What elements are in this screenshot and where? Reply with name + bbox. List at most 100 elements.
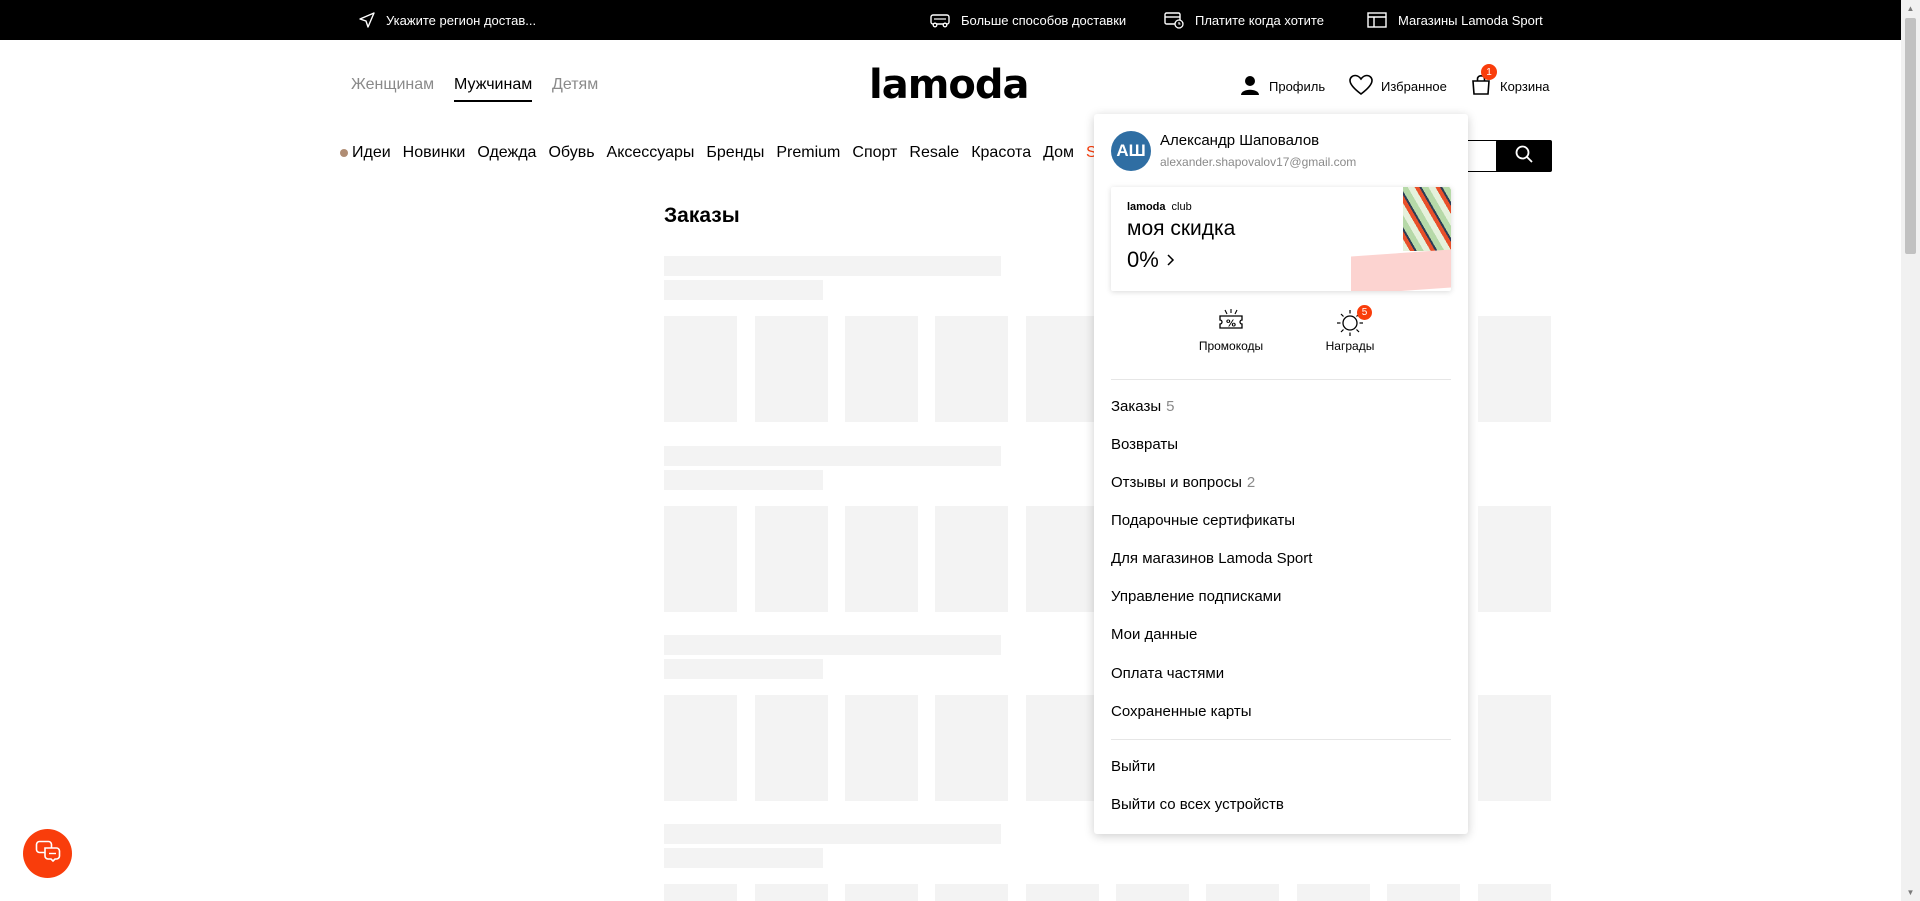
category-shoes[interactable]: Обувь bbox=[548, 144, 594, 162]
stores-link[interactable]: Магазины Lamoda Sport bbox=[1366, 0, 1543, 40]
profile-dropdown: АШ Александр Шаповалов alexander.shapova… bbox=[1094, 114, 1468, 834]
rewards-label: Награды bbox=[1325, 339, 1375, 353]
truck-icon bbox=[929, 11, 951, 29]
card-clock-icon bbox=[1163, 11, 1185, 29]
skeleton-item bbox=[1297, 884, 1370, 901]
menu-my-data[interactable]: Мои данные bbox=[1111, 626, 1197, 643]
menu-returns-label: Возвраты bbox=[1111, 436, 1179, 453]
skeleton-item bbox=[845, 695, 918, 801]
skeleton-item bbox=[664, 695, 737, 801]
tab-women[interactable]: Женщинам bbox=[351, 76, 434, 102]
club-discount-card[interactable]: lamoda club моя скидка 0% bbox=[1111, 187, 1451, 291]
category-premium[interactable]: Premium bbox=[776, 144, 840, 162]
menu-returns[interactable]: Возвраты bbox=[1111, 436, 1178, 453]
skeleton-line bbox=[664, 256, 1001, 276]
store-icon bbox=[1366, 11, 1388, 29]
chat-bubbles-icon bbox=[35, 840, 61, 867]
menu-subscriptions[interactable]: Управление подписками bbox=[1111, 588, 1281, 605]
percent-ticket-icon: % bbox=[1186, 305, 1276, 339]
skeleton-item bbox=[845, 506, 918, 612]
menu-orders[interactable]: Заказы 5 bbox=[1111, 398, 1174, 415]
chevron-right-icon bbox=[1165, 247, 1175, 272]
menu-saved-cards[interactable]: Сохраненные карты bbox=[1111, 703, 1252, 720]
category-home[interactable]: Дом bbox=[1043, 144, 1074, 162]
skeleton-item bbox=[1116, 884, 1189, 901]
skeleton-item bbox=[755, 695, 828, 801]
tab-kids[interactable]: Детям bbox=[552, 76, 598, 102]
skeleton-item bbox=[935, 884, 1008, 901]
club-pink-shape bbox=[1351, 249, 1451, 291]
category-brands[interactable]: Бренды bbox=[706, 144, 764, 162]
skeleton-item bbox=[845, 316, 918, 422]
lamoda-logo[interactable]: lamoda bbox=[869, 62, 1029, 108]
ideas-dot-icon bbox=[340, 149, 348, 157]
category-clothing[interactable]: Одежда bbox=[477, 144, 536, 162]
region-label: Укажите регион достав... bbox=[386, 12, 537, 28]
menu-gift-cards[interactable]: Подарочные сертификаты bbox=[1111, 512, 1295, 529]
club-suffix: club bbox=[1171, 201, 1192, 213]
promocodes-button[interactable]: % Промокоды bbox=[1186, 305, 1276, 353]
category-nav: Идеи Новинки Одежда Обувь Аксессуары Бре… bbox=[340, 144, 1118, 162]
scroll-up-icon[interactable]: ▲ bbox=[1901, 0, 1920, 17]
chat-button[interactable] bbox=[23, 829, 72, 878]
logout-button[interactable]: Выйти bbox=[1111, 758, 1155, 775]
heart-icon bbox=[1349, 74, 1373, 99]
menu-orders-count: 5 bbox=[1166, 398, 1175, 415]
search-button[interactable] bbox=[1496, 140, 1552, 172]
pay-later-label: Платите когда хотите bbox=[1195, 12, 1324, 28]
skeleton-item bbox=[1026, 884, 1099, 901]
category-sport[interactable]: Спорт bbox=[852, 144, 897, 162]
cart-count-badge: 1 bbox=[1481, 64, 1497, 80]
scroll-down-icon[interactable]: ▼ bbox=[1901, 884, 1920, 901]
menu-my-data-label: Мои данные bbox=[1111, 626, 1198, 643]
category-resale[interactable]: Resale bbox=[909, 144, 959, 162]
region-selector[interactable]: Укажите регион достав... bbox=[358, 0, 536, 40]
delivery-link[interactable]: Больше способов доставки bbox=[929, 0, 1126, 40]
skeleton-line bbox=[664, 635, 1001, 655]
category-accessories[interactable]: Аксессуары bbox=[607, 144, 695, 162]
skeleton-item bbox=[755, 884, 828, 901]
search-input[interactable] bbox=[1466, 140, 1498, 172]
category-new[interactable]: Новинки bbox=[403, 144, 466, 162]
skeleton-item bbox=[1206, 884, 1279, 901]
profile-button[interactable]: Профиль bbox=[1239, 74, 1325, 98]
skeleton-item bbox=[845, 884, 918, 901]
skeleton-item bbox=[664, 506, 737, 612]
club-brand: lamoda bbox=[1127, 201, 1166, 213]
search-icon bbox=[1514, 144, 1534, 169]
category-beauty[interactable]: Красота bbox=[971, 144, 1031, 162]
menu-installments[interactable]: Оплата частями bbox=[1111, 665, 1224, 682]
menu-subscriptions-label: Управление подписками bbox=[1111, 588, 1282, 605]
tab-men[interactable]: Мужчинам bbox=[454, 76, 533, 102]
skeleton-item bbox=[1478, 316, 1551, 422]
menu-gift-cards-label: Подарочные сертификаты bbox=[1111, 512, 1296, 529]
svg-text:%: % bbox=[1226, 319, 1236, 330]
sun-reward-icon: 5 bbox=[1305, 305, 1395, 339]
skeleton-item bbox=[1478, 695, 1551, 801]
page-scrollbar[interactable]: ▲ ▼ bbox=[1901, 0, 1920, 901]
menu-lamoda-sport-stores[interactable]: Для магазинов Lamoda Sport bbox=[1111, 550, 1312, 567]
favorites-button[interactable]: Избранное bbox=[1349, 74, 1447, 98]
skeleton-item bbox=[1478, 884, 1551, 901]
skeleton-item bbox=[755, 316, 828, 422]
skeleton-item bbox=[664, 884, 737, 901]
divider bbox=[1111, 379, 1451, 380]
pay-later-link[interactable]: Платите когда хотите bbox=[1163, 0, 1324, 40]
club-subtitle: моя скидка bbox=[1127, 217, 1236, 240]
rewards-count-badge: 5 bbox=[1357, 305, 1372, 320]
skeleton-item bbox=[1026, 695, 1099, 801]
stores-label: Магазины Lamoda Sport bbox=[1398, 12, 1543, 28]
skeleton-line bbox=[664, 446, 1001, 466]
scrollbar-thumb[interactable] bbox=[1905, 18, 1916, 254]
skeleton-line bbox=[664, 280, 823, 300]
rewards-button[interactable]: 5 Награды bbox=[1305, 305, 1395, 353]
skeleton-item bbox=[1026, 506, 1099, 612]
cart-button[interactable]: Корзина bbox=[1470, 74, 1550, 98]
logout-all-button[interactable]: Выйти со всех устройств bbox=[1111, 796, 1284, 813]
club-title: lamoda club bbox=[1127, 201, 1192, 213]
category-ideas[interactable]: Идеи bbox=[352, 144, 391, 162]
avatar[interactable]: АШ bbox=[1111, 131, 1151, 171]
user-name: Александр Шаповалов bbox=[1160, 132, 1320, 149]
divider bbox=[1111, 739, 1451, 740]
menu-reviews[interactable]: Отзывы и вопросы 2 bbox=[1111, 474, 1255, 491]
